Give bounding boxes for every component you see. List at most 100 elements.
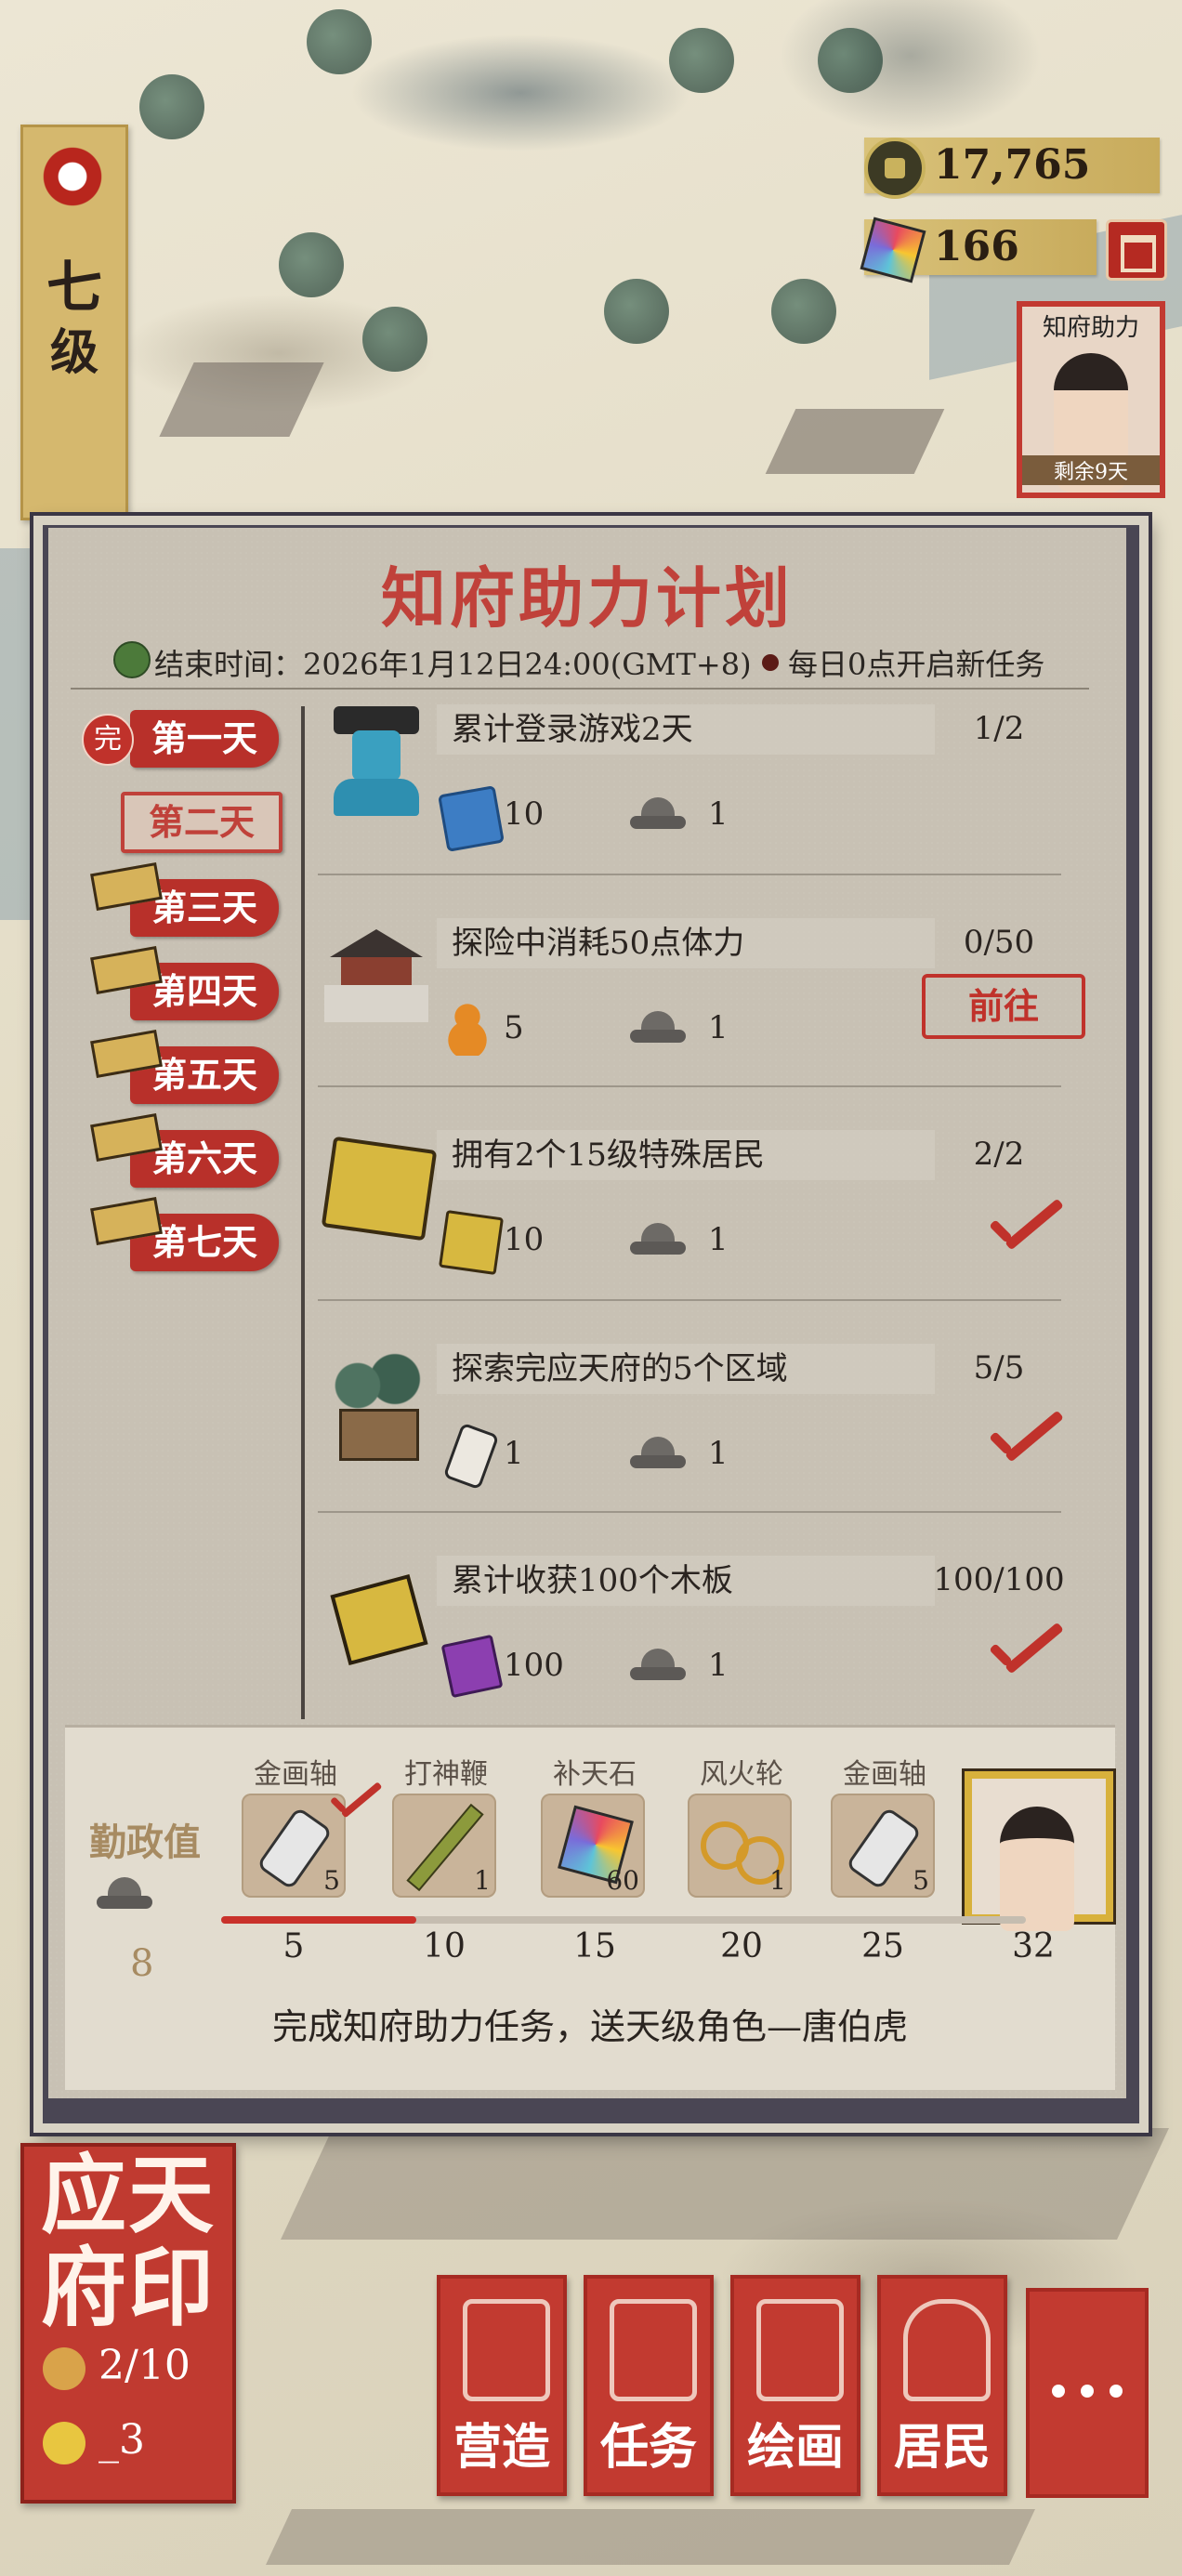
milestone: 20	[720, 1927, 763, 1965]
milestone: 10	[423, 1927, 466, 1965]
resident-icon	[43, 2347, 85, 2390]
milestone: 15	[573, 1927, 616, 1965]
book-icon	[610, 2299, 697, 2401]
official-hat-icon	[321, 706, 432, 818]
diligence-hat-icon	[630, 1223, 686, 1256]
yingtian-seal[interactable]: 应天府印 2/10 _3	[20, 2143, 236, 2504]
coin-counter: 17,765	[864, 138, 1160, 199]
task-title: 探险中消耗50点体力	[437, 918, 935, 968]
diligence-hat-icon	[630, 1011, 686, 1045]
tab-day-1[interactable]: 第一天	[130, 710, 279, 768]
divider	[318, 1511, 1061, 1513]
task-title: 探索完应天府的5个区域	[437, 1344, 935, 1394]
copper-coin-icon	[864, 138, 926, 199]
diligence-points: 1	[708, 795, 729, 833]
forest-hut-icon	[321, 1353, 432, 1465]
pavilion-icon	[321, 920, 432, 1032]
checkmark-icon	[985, 1201, 1059, 1256]
checkmark-icon	[327, 1783, 379, 1822]
gem-amount: 166	[934, 223, 1019, 270]
reward-name: 风火轮	[700, 1758, 783, 1791]
reward-count: 5	[913, 1865, 929, 1896]
gold-scroll-icon	[256, 1806, 334, 1891]
task-progress: 100/100	[933, 1561, 1065, 1598]
diligence-hat-icon	[630, 1649, 686, 1682]
seal-chars: 应天府印	[40, 2145, 216, 2338]
reward-amount: 10	[504, 1221, 545, 1258]
tang-bohu-portrait[interactable]	[965, 1771, 1113, 1931]
face-icon	[43, 2422, 85, 2464]
nav-label: 居民	[893, 2419, 991, 2476]
milestone: 32	[1012, 1927, 1055, 1965]
book-stack-icon	[321, 1136, 438, 1242]
nav-label: 营造	[453, 2419, 550, 2476]
reward-slot-gold-scroll[interactable]: 5	[242, 1794, 346, 1898]
task-progress: 5/5	[973, 1349, 1025, 1387]
reward-name: 补天石	[553, 1758, 637, 1791]
diligence-label: 勤政值	[89, 1820, 201, 1864]
level-badge[interactable]: 七 级	[20, 125, 128, 520]
reward-count: 60	[606, 1865, 639, 1896]
tab-day-2[interactable]: 第二天	[121, 792, 282, 853]
divider	[318, 1085, 1061, 1087]
reward-count: 1	[769, 1865, 786, 1896]
task-title: 累计收获100个木板	[437, 1556, 935, 1606]
divider	[301, 706, 305, 1719]
reward-slot-rainbow-stone[interactable]: 60	[541, 1794, 645, 1898]
brush-icon	[40, 144, 105, 209]
go-button[interactable]: 前往	[922, 974, 1085, 1039]
person-icon	[903, 2299, 991, 2401]
reward-slot-whip[interactable]: 1	[392, 1794, 496, 1898]
gem-icon	[860, 217, 926, 283]
zhifu-event-card[interactable]: 知府助力 剩余9天	[1017, 301, 1165, 498]
diligence-value: 8	[130, 1942, 154, 1985]
milestone: 5	[282, 1927, 305, 1965]
reward-count: 1	[474, 1865, 491, 1896]
nav-residents-button[interactable]: 居民	[877, 2275, 1007, 2496]
whip-icon	[406, 1803, 484, 1892]
diligence-hat-icon	[97, 1877, 199, 1937]
task-progress: 0/50	[963, 924, 1035, 961]
reward-slot-fire-wheel[interactable]: 1	[688, 1794, 792, 1898]
diligence-points: 1	[708, 1647, 729, 1684]
building-icon	[463, 2299, 550, 2401]
task-title: 拥有2个15级特殊居民	[437, 1130, 935, 1180]
event-card-remaining: 剩余9天	[1022, 455, 1160, 485]
reward-amount: 1	[504, 1435, 524, 1472]
shop-icon[interactable]	[1106, 219, 1167, 281]
reward-amount: 100	[504, 1647, 564, 1684]
task-progress: 1/2	[973, 710, 1025, 747]
seal-row-1: 2/10	[98, 2342, 190, 2389]
checkmark-icon	[985, 1413, 1059, 1468]
reward-amount: 5	[504, 1009, 524, 1046]
reward-name: 金画轴	[843, 1758, 926, 1791]
task-title: 累计登录游戏2天	[437, 704, 935, 755]
end-time: 结束时间：2026年1月12日24:00(GMT+8)	[154, 647, 752, 682]
scroll-icon	[756, 2299, 844, 2401]
divider	[318, 874, 1061, 875]
task-progress: 2/2	[973, 1136, 1025, 1173]
diligence-points: 1	[708, 1009, 729, 1046]
checkmark-icon	[985, 1624, 1059, 1680]
more-button[interactable]	[1026, 2288, 1149, 2498]
seal-row-2: _3	[98, 2416, 145, 2464]
diligence-hat-icon	[630, 1437, 686, 1470]
diligence-hat-icon	[630, 797, 686, 831]
daily-note: 每日0点开启新任务	[788, 647, 1045, 682]
milestone: 25	[861, 1927, 904, 1965]
panel-title: 知府助力计划	[381, 559, 794, 637]
reward-amount: 10	[504, 795, 545, 833]
diligence-points: 1	[708, 1435, 729, 1472]
nav-build-button[interactable]: 营造	[437, 2275, 567, 2496]
divider	[318, 1299, 1061, 1301]
nav-tasks-button[interactable]: 任务	[584, 2275, 714, 2496]
nav-label: 任务	[599, 2419, 697, 2476]
purple-cloth-icon	[440, 1634, 504, 1699]
coin-amount: 17,765	[934, 141, 1091, 189]
event-card-title: 知府助力	[1042, 314, 1139, 342]
nav-painting-button[interactable]: 绘画	[730, 2275, 860, 2496]
clock-icon	[113, 641, 151, 678]
reward-slot-gold-scroll[interactable]: 5	[831, 1794, 935, 1898]
gem-counter: 166	[860, 217, 1097, 283]
reward-count: 5	[323, 1865, 340, 1896]
